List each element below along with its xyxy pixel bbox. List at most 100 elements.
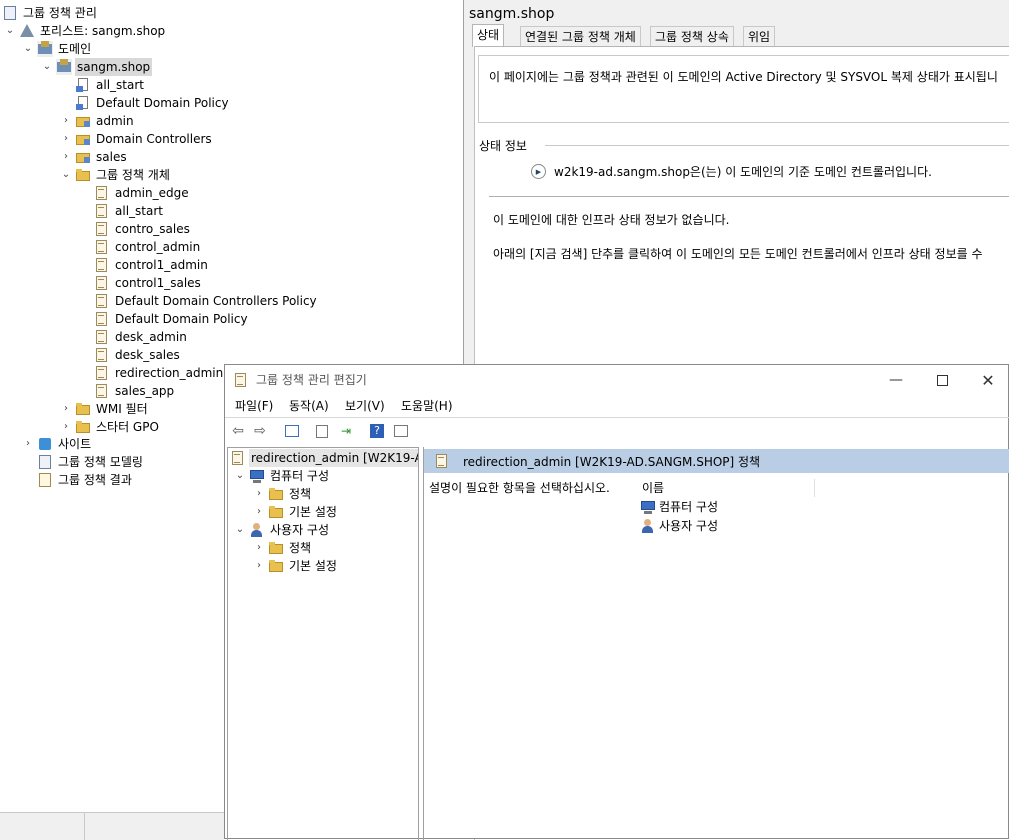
- tree-label: 스타터 GPO: [96, 420, 159, 434]
- menu-view[interactable]: 보기(V): [342, 397, 388, 415]
- chevron-right-icon[interactable]: ›: [253, 539, 265, 557]
- gpo-link-icon: [75, 95, 91, 111]
- tree-item-results[interactable]: 그룹 정책 결과: [22, 471, 134, 489]
- tree-item-computer-policies[interactable]: › 정책: [253, 485, 313, 503]
- tree-item-gpo[interactable]: sales_app: [79, 382, 176, 400]
- baseline-dc-text: w2k19-ad.sangm.shop은(는) 이 도메인의 기준 도메인 컨트…: [554, 165, 932, 179]
- maximize-button[interactable]: [927, 367, 957, 393]
- tree-item-gpo[interactable]: Default Domain Controllers Policy: [79, 292, 319, 310]
- chevron-down-icon[interactable]: ⌄: [60, 166, 72, 184]
- tree-item-domain[interactable]: ⌄ sangm.shop: [41, 58, 153, 76]
- export-list-button[interactable]: ⇥: [336, 421, 356, 441]
- tree-item-user-policies[interactable]: › 정책: [253, 539, 313, 557]
- modeling-icon: [37, 454, 53, 470]
- tree-item-gpo[interactable]: admin_edge: [79, 184, 191, 202]
- back-button[interactable]: ⇦: [228, 421, 248, 441]
- arrow-left-icon: ⇦: [232, 423, 244, 439]
- tree-item-modeling[interactable]: 그룹 정책 모델링: [22, 453, 145, 471]
- action-pane-button[interactable]: [391, 421, 411, 441]
- tree-item-ou-sales[interactable]: › sales: [60, 148, 129, 166]
- tree-item-sites[interactable]: › 사이트: [22, 435, 93, 453]
- tab-delegation[interactable]: 위임: [743, 26, 776, 47]
- chevron-right-icon[interactable]: ›: [60, 112, 72, 130]
- tree-item-gpo[interactable]: redirection_admin: [79, 364, 225, 382]
- tree-item-gpm-root[interactable]: 그룹 정책 관리: [2, 4, 99, 22]
- properties-button[interactable]: [312, 421, 332, 441]
- list-item-computer-config[interactable]: 컴퓨터 구성: [640, 498, 718, 516]
- tree-item-gpo-container[interactable]: ⌄ 그룹 정책 개체: [60, 166, 172, 184]
- tree-item-wmi-filters[interactable]: › WMI 필터: [60, 400, 150, 418]
- list-item-user-config[interactable]: 사용자 구성: [640, 517, 718, 535]
- tree-item-gpo[interactable]: desk_admin: [79, 328, 189, 346]
- chevron-right-icon[interactable]: ›: [253, 557, 265, 575]
- tree-item-computer-config[interactable]: ⌄ 컴퓨터 구성: [234, 467, 331, 485]
- tree-label: 정책: [289, 541, 312, 555]
- tree-item-gpo[interactable]: control1_sales: [79, 274, 203, 292]
- gpo-icon: [94, 203, 110, 219]
- results-icon: [37, 472, 53, 488]
- tree-label: control1_admin: [115, 258, 208, 272]
- minimize-button[interactable]: —: [881, 367, 911, 393]
- tree-item-link-default-domain-policy[interactable]: Default Domain Policy: [60, 94, 231, 112]
- divider: [225, 417, 1009, 418]
- chevron-down-icon[interactable]: ⌄: [41, 58, 53, 76]
- tree-item-user-config[interactable]: ⌄ 사용자 구성: [234, 521, 331, 539]
- tree-label: contro_sales: [115, 222, 190, 236]
- tree-item-user-preferences[interactable]: › 기본 설정: [253, 557, 339, 575]
- close-button[interactable]: ✕: [973, 367, 1003, 393]
- status-bar-cell: [0, 813, 85, 840]
- chevron-right-icon[interactable]: ›: [60, 400, 72, 418]
- tree-label: control1_sales: [115, 276, 201, 290]
- tree-label: 그룹 정책 개체: [96, 168, 170, 182]
- tree-item-computer-preferences[interactable]: › 기본 설정: [253, 503, 339, 521]
- tree-label: redirection_admin [W2K19-AD: [249, 449, 418, 467]
- tree-item-starter-gpo[interactable]: › 스타터 GPO: [60, 418, 161, 436]
- tree-item-gpo[interactable]: control_admin: [79, 238, 202, 256]
- tree-item-forest[interactable]: ⌄ 포리스트: sangm.shop: [4, 22, 167, 40]
- chevron-right-icon[interactable]: ›: [60, 130, 72, 148]
- chevron-down-icon[interactable]: ⌄: [22, 40, 34, 58]
- computer-icon: [640, 499, 656, 515]
- gpo-icon: [94, 293, 110, 309]
- chevron-right-icon[interactable]: ›: [60, 418, 72, 436]
- select-item-hint: 설명이 필요한 항목을 선택하십시오.: [429, 481, 610, 495]
- tree-item-ou-domain-controllers[interactable]: › Domain Controllers: [60, 130, 214, 148]
- chevron-right-icon[interactable]: ›: [60, 148, 72, 166]
- menu-action[interactable]: 동작(A): [286, 397, 332, 415]
- list-item-label: 사용자 구성: [659, 519, 719, 533]
- wmi-filter-folder-icon: [75, 401, 91, 417]
- tree-label: all_start: [96, 78, 144, 92]
- chevron-right-icon[interactable]: ›: [253, 485, 265, 503]
- column-header-name[interactable]: 이름: [642, 479, 815, 497]
- chevron-right-icon[interactable]: ›: [253, 503, 265, 521]
- tree-item-gpo[interactable]: desk_sales: [79, 346, 182, 364]
- forward-button[interactable]: ⇨: [250, 421, 270, 441]
- chevron-down-icon[interactable]: ⌄: [4, 22, 16, 40]
- tree-item-gpo-root[interactable]: redirection_admin [W2K19-AD: [230, 449, 418, 467]
- chevron-down-icon[interactable]: ⌄: [234, 467, 246, 485]
- info-text: 이 페이지에는 그룹 정책과 관련된 이 도메인의 Active Directo…: [489, 70, 998, 84]
- console-tree-icon: [285, 425, 299, 437]
- tree-item-gpo[interactable]: contro_sales: [79, 220, 192, 238]
- tree-item-ou-admin[interactable]: › admin: [60, 112, 136, 130]
- tree-item-gpo[interactable]: control1_admin: [79, 256, 210, 274]
- menu-file[interactable]: 파일(F): [232, 397, 276, 415]
- tab-status[interactable]: 상태: [472, 24, 505, 47]
- tree-item-link-all-start[interactable]: all_start: [60, 76, 146, 94]
- menu-help[interactable]: 도움말(H): [398, 397, 456, 415]
- chevron-down-icon[interactable]: ⌄: [234, 521, 246, 539]
- help-button[interactable]: ?: [367, 421, 387, 441]
- tree-item-gpo[interactable]: Default Domain Policy: [79, 310, 250, 328]
- chevron-right-icon[interactable]: ›: [22, 435, 34, 453]
- gpo-icon: [94, 329, 110, 345]
- tree-label: 도메인: [58, 42, 92, 56]
- tree-item-gpo[interactable]: all_start: [79, 202, 165, 220]
- tab-linked-gpos[interactable]: 연결된 그룹 정책 개체: [520, 26, 641, 47]
- user-icon: [640, 518, 656, 534]
- tab-gpo-inheritance[interactable]: 그룹 정책 상속: [650, 26, 734, 47]
- starter-gpo-folder-icon: [75, 419, 91, 435]
- ou-folder-icon: [75, 149, 91, 165]
- tree-item-domains[interactable]: ⌄ 도메인: [22, 40, 93, 58]
- show-hide-tree-button[interactable]: [282, 421, 302, 441]
- info-arrow-icon: ▶: [531, 164, 546, 179]
